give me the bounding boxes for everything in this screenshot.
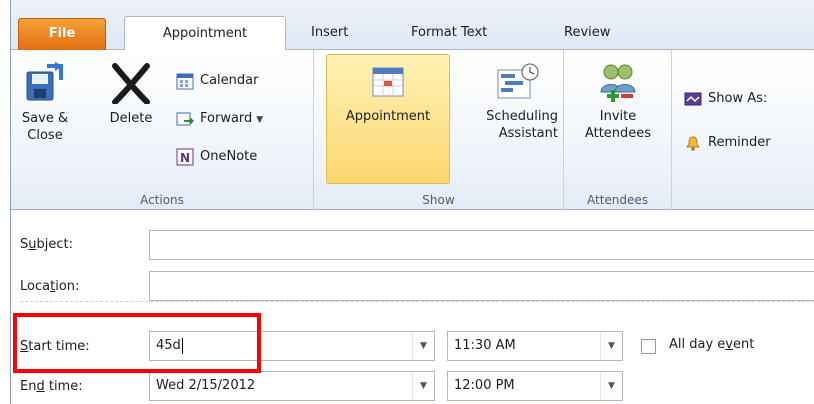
end-date-combo[interactable]: Wed 2/15/2012 ▼ (149, 371, 435, 401)
appointment-view-label: Appointment (345, 109, 431, 124)
delete-label: Delete (109, 111, 153, 126)
all-day-event-checkbox[interactable] (641, 339, 656, 354)
calendar-label: Calendar (200, 73, 259, 88)
start-date-dropdown-icon[interactable]: ▼ (412, 332, 434, 360)
invite-label-2: Attendees (584, 126, 652, 141)
group-label-show: Show (422, 193, 455, 207)
group-label-attendees: Attendees (586, 193, 649, 207)
start-time-value: 11:30 AM (454, 338, 516, 353)
tab-format-text[interactable]: Format Text (411, 16, 487, 50)
ribbon-group-show: Appointment Scheduling Assistant Show (314, 50, 564, 210)
show-as-label: Show As: (708, 91, 768, 106)
annotation-highlight-box (13, 313, 261, 373)
reminder-button[interactable]: Reminder (684, 132, 771, 154)
ribbon-group-actions: Save & Close Delete Calendar Forward ▼ N… (11, 50, 314, 210)
reminder-label: Reminder (708, 135, 771, 150)
scheduling-label-2: Assistant (498, 126, 558, 141)
ribbon-tab-bar: File Appointment Insert Format Text Revi… (11, 0, 814, 51)
calendar-icon (176, 73, 194, 89)
appointment-form: Subject: Location: Start time: 45d ▼ 11:… (11, 211, 814, 404)
invite-label-1: Invite (599, 109, 637, 124)
delete-button[interactable]: Delete (103, 62, 159, 127)
ribbon-group-options: Show As: Reminder (672, 50, 814, 210)
calendar-button[interactable]: Calendar (176, 70, 258, 92)
invite-attendees-button[interactable]: Invite Attendees (576, 62, 660, 142)
end-date-dropdown-icon[interactable]: ▼ (412, 372, 434, 400)
tab-review[interactable]: Review (564, 16, 610, 50)
save-close-label-2: Close (27, 128, 63, 143)
tab-file[interactable]: File (18, 18, 106, 50)
onenote-label: OneNote (200, 149, 258, 164)
invite-attendees-icon (600, 64, 636, 102)
all-day-event-label[interactable]: All day event (669, 337, 754, 352)
show-as-icon (684, 92, 702, 105)
subject-label: Subject: (20, 237, 74, 252)
location-label: Location: (20, 279, 80, 294)
tab-appointment[interactable]: Appointment (124, 16, 286, 51)
appointment-calendar-icon (372, 67, 404, 97)
scheduling-label-1: Scheduling (486, 109, 558, 124)
forward-dropdown-icon[interactable]: ▼ (256, 115, 263, 125)
delete-x-icon (112, 63, 150, 104)
group-label-actions: Actions (140, 193, 184, 207)
ribbon-group-attendees: Invite Attendees Attendees (564, 50, 672, 210)
start-time-combo[interactable]: 11:30 AM ▼ (447, 331, 623, 361)
reminder-bell-icon (686, 135, 700, 151)
tab-insert[interactable]: Insert (311, 16, 348, 50)
end-time-label: End time: (20, 379, 83, 394)
appointment-view-button[interactable]: Appointment (328, 62, 448, 125)
end-time-dropdown-icon[interactable]: ▼ (600, 372, 622, 400)
forward-button[interactable]: Forward ▼ (176, 108, 263, 130)
forward-icon (176, 112, 194, 125)
end-time-value: 12:00 PM (454, 378, 515, 393)
forward-label: Forward (200, 111, 253, 126)
svg-text:N: N (180, 151, 190, 165)
onenote-icon: N (176, 148, 194, 165)
subject-input[interactable] (149, 230, 814, 260)
scheduling-assistant-icon (497, 63, 539, 99)
start-time-dropdown-icon[interactable]: ▼ (600, 332, 622, 360)
save-close-button[interactable]: Save & Close (19, 62, 71, 144)
save-close-icon (26, 62, 63, 101)
form-divider (20, 301, 814, 302)
show-as-button[interactable]: Show As: (684, 88, 767, 110)
ribbon: Save & Close Delete Calendar Forward ▼ N… (11, 50, 814, 210)
location-input[interactable] (149, 271, 814, 301)
onenote-button[interactable]: N OneNote (176, 146, 257, 168)
scheduling-assistant-button[interactable]: Scheduling Assistant (454, 62, 558, 142)
end-date-value: Wed 2/15/2012 (156, 378, 256, 393)
end-time-combo[interactable]: 12:00 PM ▼ (447, 371, 623, 401)
save-close-label-1: Save & (21, 111, 69, 126)
